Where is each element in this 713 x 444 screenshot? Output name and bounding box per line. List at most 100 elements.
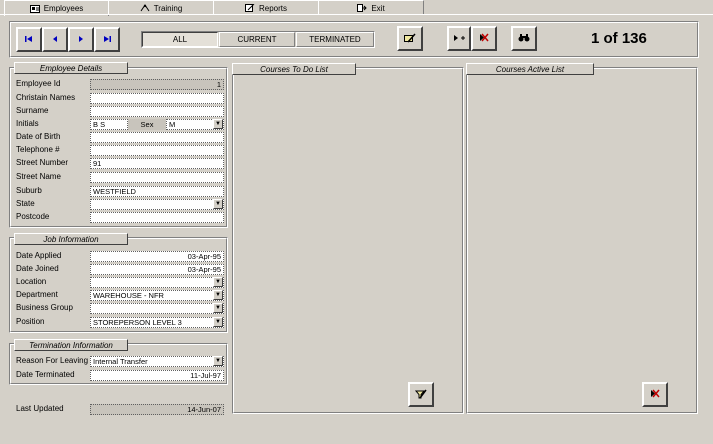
courses-todo-panel[interactable] (232, 67, 464, 414)
job-information-title: Job Information (14, 233, 128, 245)
filter-terminated-label: TERMINATED (309, 35, 361, 44)
surname-label: Surname (16, 106, 49, 115)
state-field[interactable] (90, 199, 224, 210)
date-terminated-field[interactable]: 11-Jul-97 (90, 370, 224, 381)
courses-todo-title: Courses To Do List (232, 63, 356, 75)
telephone-field[interactable] (90, 145, 224, 156)
employees-icon (29, 4, 40, 13)
telephone-label: Telephone # (16, 145, 60, 154)
chevron-down-icon: ▼ (215, 121, 221, 127)
employee-id-field: 1 (90, 79, 224, 90)
street-name-field[interactable] (90, 172, 224, 183)
edit-course-icon (414, 389, 427, 401)
business-group-dropdown-button[interactable]: ▼ (213, 303, 223, 313)
dob-field[interactable] (90, 132, 224, 143)
dob-label: Date of Birth (16, 132, 61, 141)
delete-record-button[interactable] (471, 26, 497, 51)
next-record-button[interactable] (68, 27, 94, 52)
filter-terminated-button[interactable]: TERMINATED (296, 32, 374, 47)
edit-course-button[interactable] (408, 382, 434, 407)
department-field[interactable]: WAREHOUSE - NFR (90, 290, 224, 301)
last-updated-label: Last Updated (16, 404, 64, 413)
training-icon (140, 4, 150, 12)
christian-names-label: Christain Names (16, 93, 76, 102)
chevron-down-icon: ▼ (215, 319, 221, 325)
termination-information-title: Termination Information (14, 339, 128, 351)
filter-current-button[interactable]: CURRENT (219, 32, 295, 47)
tab-exit-label: Exit (371, 3, 385, 13)
initials-label: Initials (16, 119, 39, 128)
sex-dropdown-button[interactable]: ▼ (213, 119, 223, 129)
date-terminated-label: Date Terminated (16, 370, 75, 379)
state-label: State (16, 199, 35, 208)
delete-record-icon (479, 33, 489, 44)
tab-employees-label: Employees (43, 4, 84, 13)
first-record-button[interactable] (16, 27, 42, 52)
state-dropdown-button[interactable]: ▼ (213, 199, 223, 209)
next-record-icon (77, 35, 85, 45)
filter-all-button[interactable]: ALL (142, 32, 218, 47)
location-dropdown-button[interactable]: ▼ (213, 277, 223, 287)
reason-for-leaving-label: Reason For Leaving (16, 356, 89, 365)
postcode-field[interactable] (90, 212, 224, 223)
previous-record-button[interactable] (42, 27, 68, 52)
position-label: Position (16, 317, 45, 326)
courses-active-title: Courses Active List (466, 63, 594, 75)
department-dropdown-button[interactable]: ▼ (213, 290, 223, 300)
location-label: Location (16, 277, 47, 286)
tab-reports[interactable]: Reports (213, 0, 319, 15)
record-counter: 1 of 136 (591, 30, 647, 47)
exit-icon (357, 4, 368, 12)
christian-names-field[interactable] (90, 93, 224, 104)
position-field[interactable]: STOREPERSON LEVEL 3 (90, 317, 224, 328)
last-record-icon (103, 35, 111, 45)
position-dropdown-button[interactable]: ▼ (213, 317, 223, 327)
suburb-label: Suburb (16, 186, 42, 195)
reports-icon (244, 3, 255, 12)
location-field[interactable] (90, 277, 224, 288)
add-record-icon (453, 34, 465, 44)
postcode-label: Postcode (16, 212, 50, 221)
street-number-field[interactable]: 91 (90, 158, 224, 169)
chevron-down-icon: ▼ (215, 305, 221, 311)
date-joined-field[interactable]: 03-Apr-95 (90, 264, 224, 275)
filter-current-label: CURRENT (237, 35, 277, 44)
find-record-button[interactable] (511, 26, 537, 51)
street-name-label: Street Name (16, 172, 61, 181)
last-updated-field: 14-Jun-07 (90, 404, 224, 415)
binoculars-icon (518, 33, 530, 44)
chevron-down-icon: ▼ (215, 201, 221, 207)
edit-record-button[interactable] (397, 26, 423, 51)
tab-training-label: Training (153, 3, 183, 13)
date-joined-label: Date Joined (16, 264, 59, 273)
sex-label: Sex (128, 119, 166, 130)
courses-active-panel[interactable] (466, 67, 698, 414)
street-number-label: Street Number (16, 158, 69, 167)
suburb-field[interactable]: WESTFIELD (90, 186, 224, 197)
tab-exit[interactable]: Exit (318, 0, 424, 15)
reason-for-leaving-field[interactable]: Internal Transfer (90, 356, 224, 367)
initials-field[interactable]: B S (90, 119, 128, 130)
remove-course-icon (650, 389, 660, 400)
business-group-field[interactable] (90, 303, 224, 314)
chevron-down-icon: ▼ (215, 292, 221, 298)
department-label: Department (16, 290, 58, 299)
edit-record-icon (404, 33, 416, 45)
chevron-down-icon: ▼ (215, 358, 221, 364)
reason-dropdown-button[interactable]: ▼ (213, 356, 223, 366)
date-applied-field[interactable]: 03-Apr-95 (90, 251, 224, 262)
chevron-down-icon: ▼ (215, 279, 221, 285)
add-record-button[interactable] (447, 26, 471, 51)
previous-record-icon (51, 35, 59, 45)
date-applied-label: Date Applied (16, 251, 62, 260)
last-record-button[interactable] (94, 27, 120, 52)
employee-details-title: Employee Details (14, 62, 128, 74)
first-record-icon (25, 35, 33, 45)
tab-training[interactable]: Training (108, 0, 214, 15)
employee-id-label: Employee Id (16, 79, 61, 88)
business-group-label: Business Group (16, 303, 73, 312)
filter-all-label: ALL (172, 35, 188, 44)
surname-field[interactable] (90, 106, 224, 117)
tab-reports-label: Reports (258, 3, 287, 13)
remove-course-button[interactable] (642, 382, 668, 407)
